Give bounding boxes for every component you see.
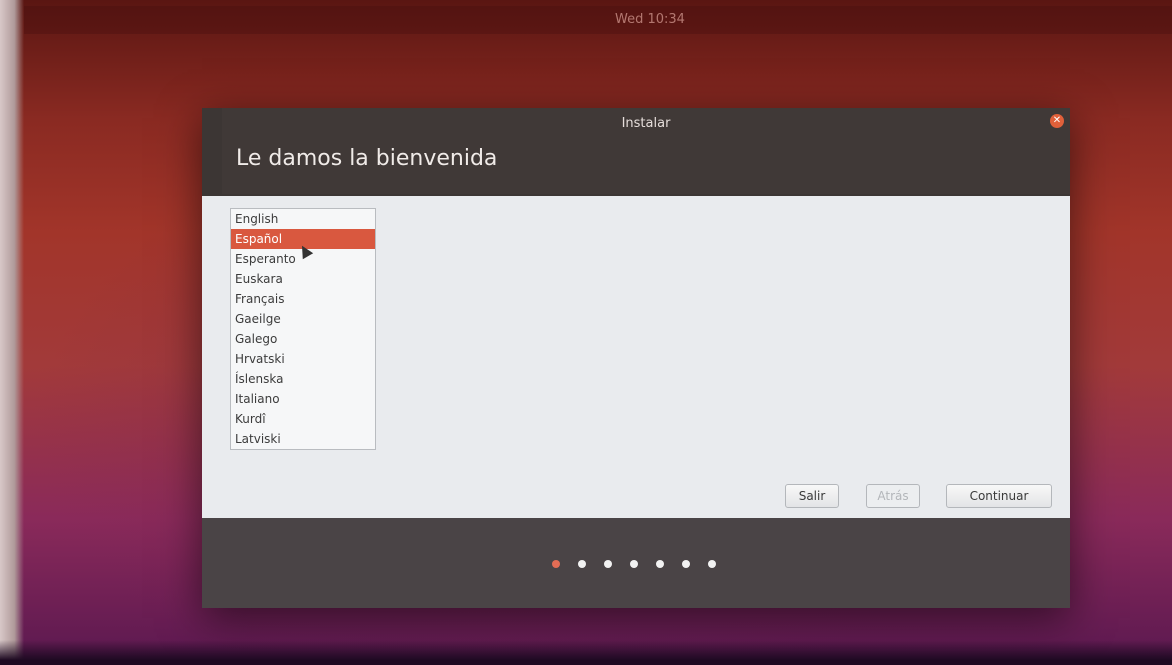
language-item[interactable]: Gaeilge [231, 309, 375, 329]
progress-dot [708, 560, 716, 568]
title-bar: Instalar ✕ Le damos la bienvenida [222, 108, 1070, 194]
progress-dot [630, 560, 638, 568]
close-icon[interactable]: ✕ [1050, 114, 1064, 128]
progress-footer [202, 518, 1070, 608]
language-item[interactable]: Italiano [231, 389, 375, 409]
progress-dot [578, 560, 586, 568]
progress-dot [604, 560, 612, 568]
language-item[interactable]: Euskara [231, 269, 375, 289]
clock[interactable]: Wed 10:34 [0, 12, 1172, 27]
language-item[interactable]: Íslenska [231, 369, 375, 389]
continue-button[interactable]: Continuar [946, 484, 1052, 508]
language-item[interactable]: Français [231, 289, 375, 309]
quit-button[interactable]: Salir [785, 484, 839, 508]
window-title: Instalar [621, 116, 671, 131]
language-item[interactable]: English [231, 209, 375, 229]
language-item[interactable]: Latviski [231, 429, 375, 449]
installer-window: Instalar ✕ Le damos la bienvenida Englis… [202, 108, 1070, 608]
monitor-bezel [0, 0, 24, 665]
language-item[interactable]: Galego [231, 329, 375, 349]
main-content: English Español Esperanto Euskara França… [202, 196, 1070, 518]
progress-dot [682, 560, 690, 568]
language-item[interactable]: Hrvatski [231, 349, 375, 369]
progress-dots [552, 560, 716, 570]
page-title: Le damos la bienvenida [236, 146, 498, 171]
progress-dot-active [552, 560, 560, 568]
monitor-bezel-bottom [0, 640, 1172, 665]
back-button[interactable]: Atrás [866, 484, 920, 508]
language-item[interactable]: Kurdî [231, 409, 375, 429]
progress-dot [656, 560, 664, 568]
